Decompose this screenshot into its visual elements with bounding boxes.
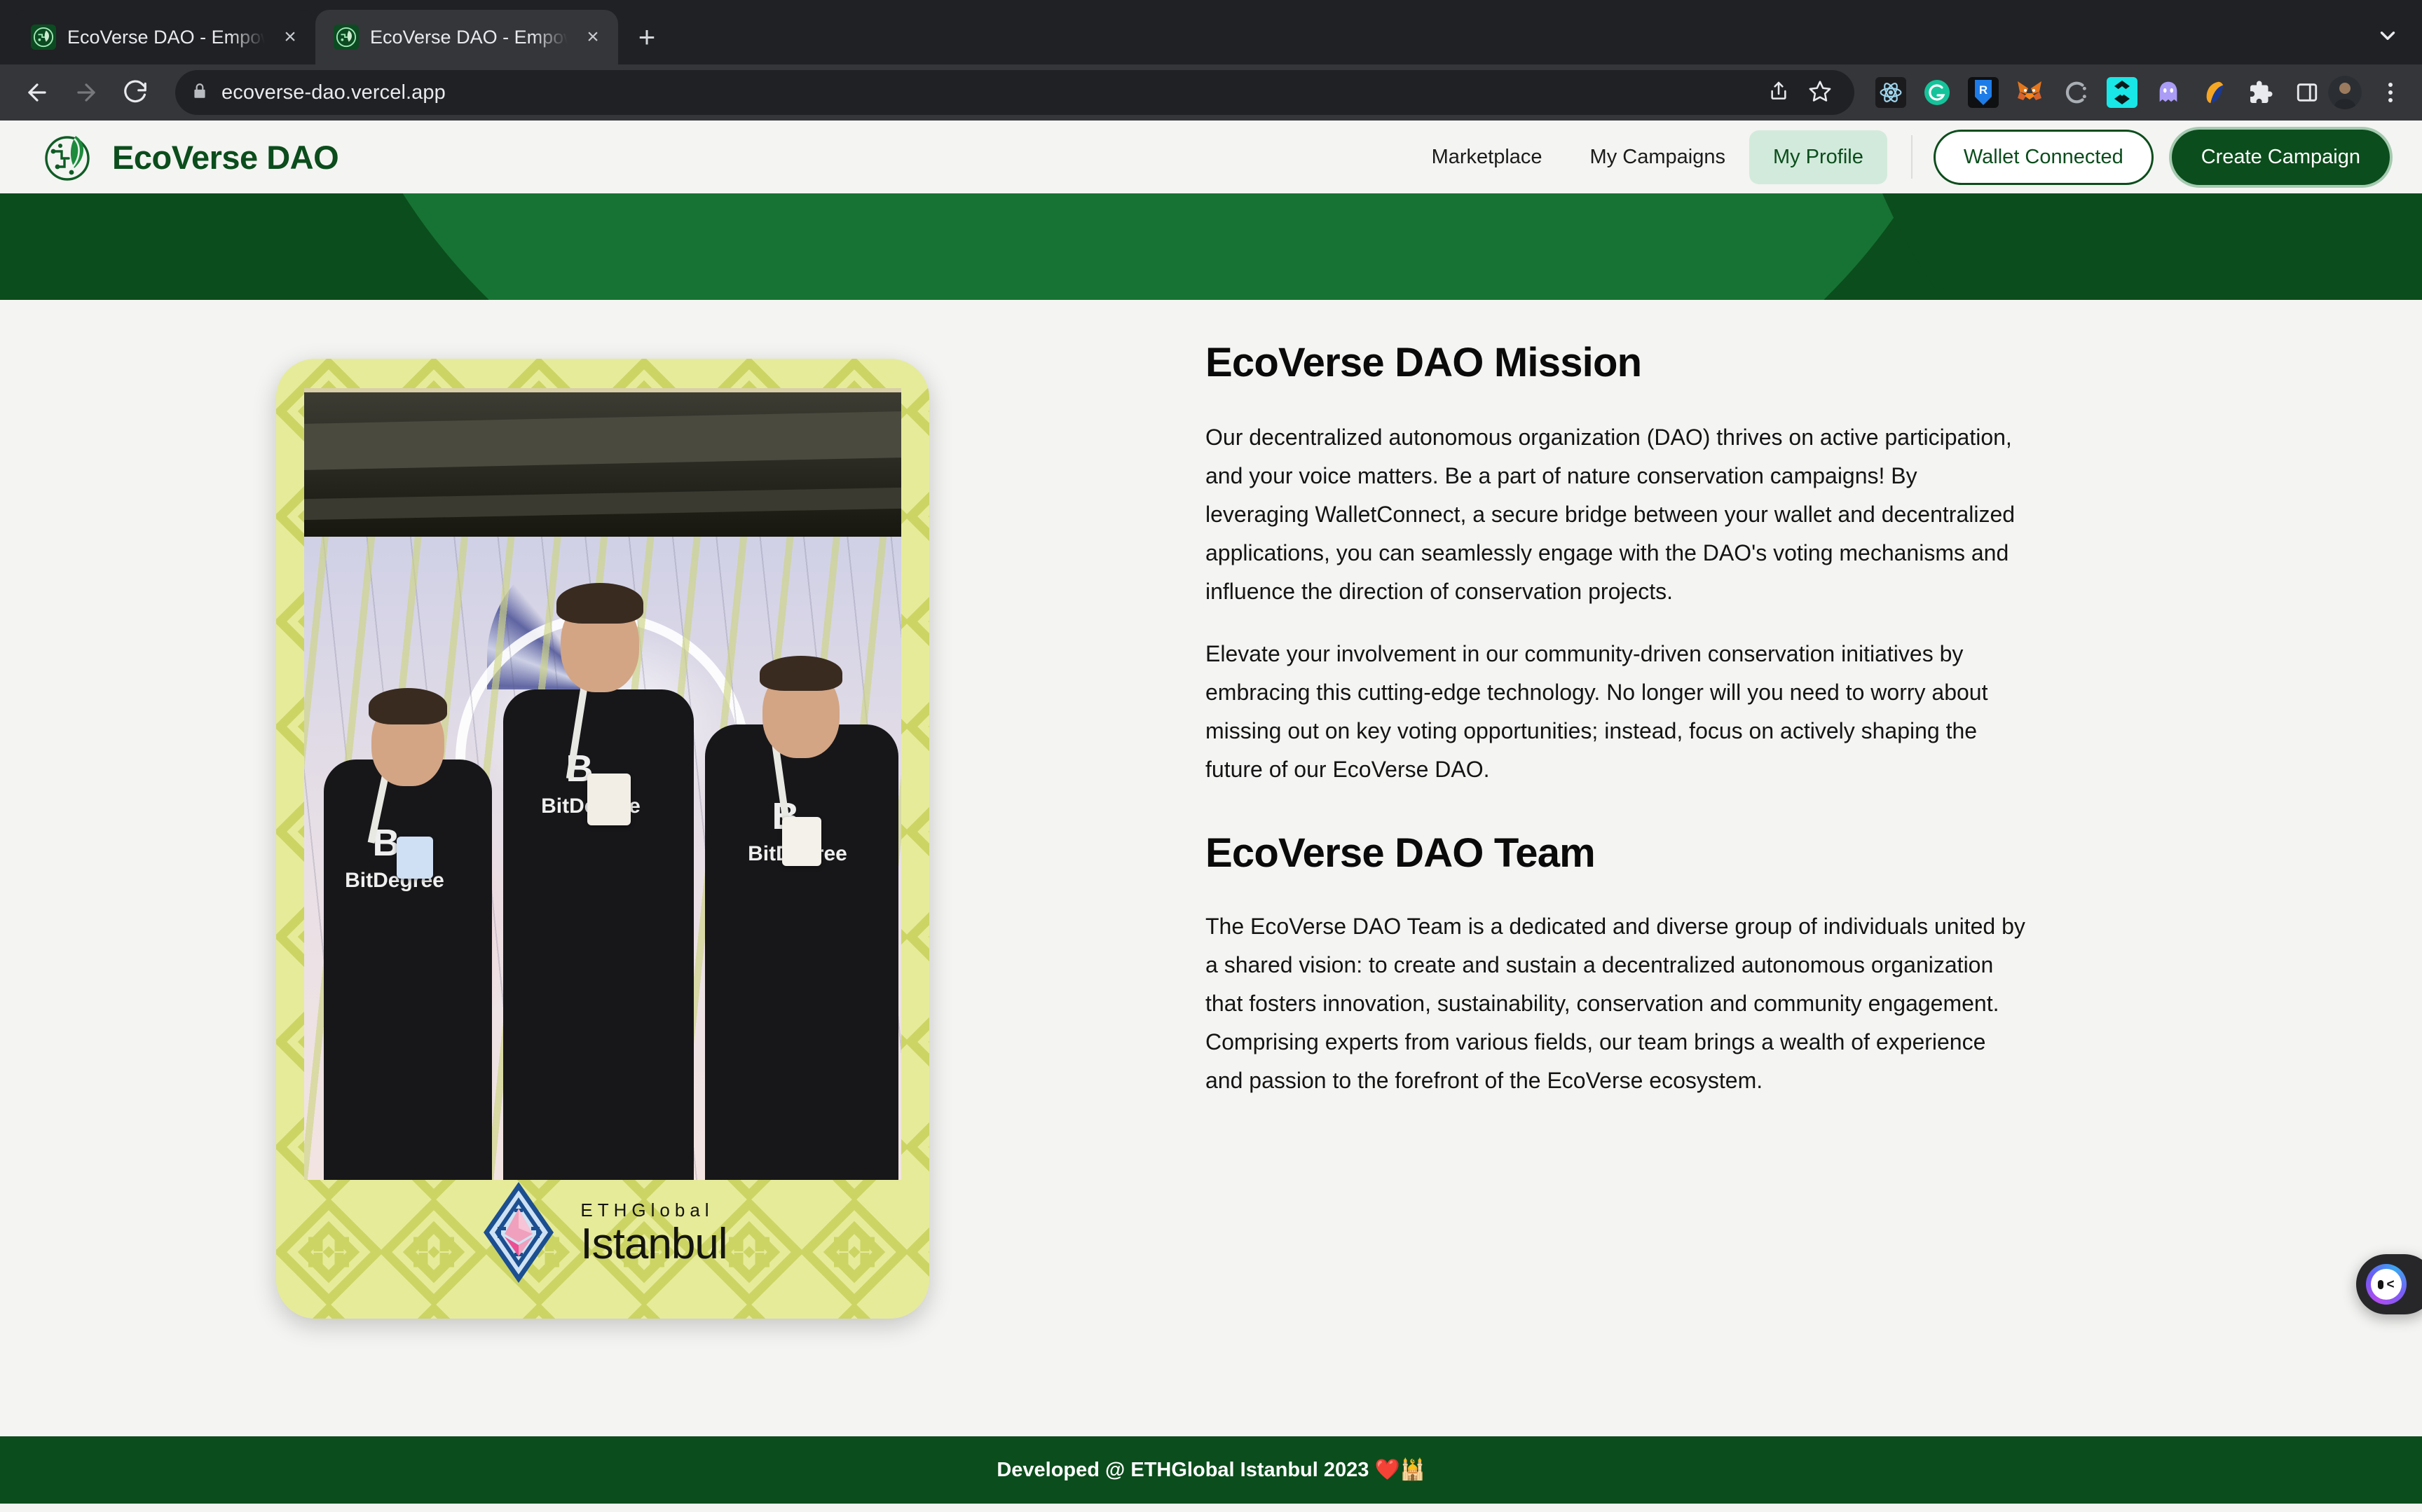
phantom-alt-icon[interactable] (2107, 77, 2137, 108)
event-brand: ETHGlobal (580, 1199, 714, 1221)
team-member-middle: B BitDegree (488, 563, 705, 1180)
kebab-menu-icon[interactable] (2374, 76, 2407, 109)
grammarly-icon[interactable] (1922, 77, 1952, 108)
browser-tab-2[interactable]: EcoVerse DAO - Empowering E × (315, 10, 618, 64)
new-tab-button[interactable]: + (625, 15, 669, 59)
hero-shape-dark (1836, 193, 2422, 300)
site-nav: Marketplace My Campaigns My Profile Wall… (1408, 129, 2390, 185)
rainbow-wallet-icon[interactable] (2199, 77, 2230, 108)
nav-link-marketplace[interactable]: Marketplace (1408, 130, 1566, 184)
footer-text: Developed @ ETHGlobal Istanbul 2023 ❤️🕌 (997, 1459, 1425, 1481)
lock-icon (191, 82, 209, 104)
browser-window: EcoVerse DAO - Empowering E × EcoVerse D… (0, 0, 2422, 1512)
metamask-icon[interactable] (2014, 77, 2045, 108)
mission-paragraph-2: Elevate your involvement in our communit… (1205, 641, 1988, 783)
react-devtools-icon[interactable] (1875, 77, 1906, 108)
ecoverse-circuit-leaf-logo (43, 132, 94, 182)
user-avatar[interactable] (2328, 76, 2362, 109)
browser-tab-1[interactable]: EcoVerse DAO - Empowering E × (13, 10, 315, 64)
extensions-row: R (1870, 77, 2322, 108)
text-column: EcoVerse DAO Mission Our decentralized a… (1205, 339, 2422, 1436)
team-photo: B BitDegree B BitDegree (304, 388, 901, 1180)
back-icon[interactable] (15, 71, 59, 114)
reload-icon[interactable] (114, 71, 157, 114)
chevron-down-icon[interactable] (2363, 14, 2412, 57)
ecoverse-leaf-icon (334, 25, 359, 50)
team-member-left: B BitDegree (311, 661, 500, 1180)
rabby-wallet-icon[interactable]: R (1968, 77, 1999, 108)
nav-link-my-profile[interactable]: My Profile (1749, 130, 1887, 184)
site-header: EcoVerse DAO Marketplace My Campaigns My… (0, 121, 2422, 193)
ceiling (304, 388, 901, 537)
wallet-connected-button[interactable]: Wallet Connected (1933, 129, 2154, 185)
star-icon[interactable] (1808, 79, 1832, 106)
team-paragraph-1: The EcoVerse DAO Team is a dedicated and… (1205, 914, 2025, 1094)
mission-heading: EcoVerse DAO Mission (1205, 340, 1642, 385)
tab-strip: EcoVerse DAO - Empowering E × EcoVerse D… (0, 0, 2422, 64)
nav-divider (1910, 135, 1913, 179)
event-city: Istanbul (580, 1219, 727, 1268)
site-footer: Developed @ ETHGlobal Istanbul 2023 ❤️🕌 (0, 1436, 2422, 1504)
side-panel-icon[interactable] (2292, 77, 2322, 108)
browser-toolbar: ecoverse-dao.vercel.app R (0, 64, 2422, 121)
address-bar[interactable]: ecoverse-dao.vercel.app (175, 70, 1854, 115)
forward-icon (64, 71, 108, 114)
ghost-wallet-icon[interactable] (2153, 77, 2184, 108)
coinbase-wallet-icon[interactable] (2060, 77, 2091, 108)
tab-title: EcoVerse DAO - Empowering E (67, 26, 265, 48)
hero-banner (0, 193, 2422, 300)
svg-text:R: R (1979, 83, 1987, 97)
hero-shape-light (329, 193, 1983, 300)
tab-title: EcoVerse DAO - Empowering E (370, 26, 568, 48)
brand-name: EcoVerse DAO (112, 138, 339, 176)
mission-paragraph-1: Our decentralized autonomous organizatio… (1205, 425, 2016, 605)
web-page: EcoVerse DAO Marketplace My Campaigns My… (0, 121, 2422, 1512)
share-icon[interactable] (1767, 80, 1790, 106)
team-photo-card: B BitDegree B BitDegree (276, 359, 929, 1319)
create-campaign-button[interactable]: Create Campaign (2171, 129, 2390, 185)
team-heading: EcoVerse DAO Team (1205, 830, 1596, 877)
ethglobal-istanbul-diamond-logo (478, 1179, 559, 1286)
address-bar-url: ecoverse-dao.vercel.app (221, 81, 446, 104)
photo-column: B BitDegree B BitDegree (0, 339, 1205, 1436)
main-content: B BitDegree B BitDegree (0, 300, 2422, 1436)
event-branding: ETHGlobal Istanbul (276, 1180, 929, 1285)
close-icon[interactable]: × (276, 23, 304, 51)
team-member-right: B BitDegree (694, 626, 901, 1180)
nav-link-my-campaigns[interactable]: My Campaigns (1566, 130, 1749, 184)
chat-widget-button[interactable]: < (2356, 1254, 2422, 1314)
extensions-puzzle-icon[interactable] (2245, 77, 2276, 108)
ecoverse-leaf-icon (31, 25, 56, 50)
chat-bubble-face-icon: < (2366, 1264, 2407, 1305)
event-wordmark: ETHGlobal Istanbul (580, 1200, 727, 1266)
close-icon[interactable]: × (579, 23, 607, 51)
brand[interactable]: EcoVerse DAO (43, 132, 339, 182)
